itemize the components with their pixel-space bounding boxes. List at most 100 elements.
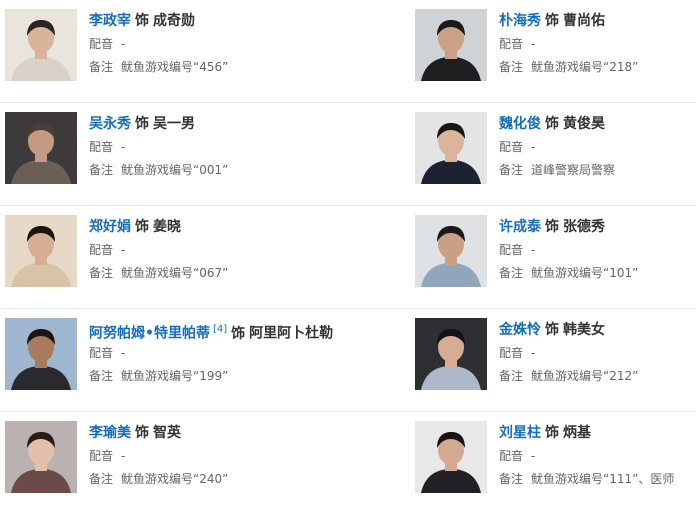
voice-value: - <box>531 346 536 360</box>
name-line: 朴海秀饰曹尚佑 <box>499 10 696 32</box>
portrait-image <box>415 215 487 287</box>
voice-value: - <box>531 37 536 51</box>
note-label: 备注 <box>499 369 524 383</box>
as-label: 饰 <box>231 325 246 342</box>
note-line: 备注 鱿鱼游戏编号“101” <box>499 262 696 284</box>
cast-row: 阿努帕姆•特里帕蒂 [4] 饰阿里阿卜杜勒 配音 - 备注 鱿鱼游戏编号“199” 金姝… <box>0 309 696 412</box>
actor-photo[interactable] <box>5 318 77 390</box>
note-label: 备注 <box>499 60 524 74</box>
actor-name-link[interactable]: 魏化俊 <box>499 116 541 132</box>
role-name: 张德秀 <box>563 219 605 235</box>
actor-name-link[interactable]: 刘星柱 <box>499 425 541 441</box>
portrait-image <box>415 318 487 390</box>
voice-value: - <box>121 140 126 154</box>
as-label: 饰 <box>135 116 149 132</box>
voice-label: 配音 <box>499 346 524 360</box>
note-value: 道峰警察局警察 <box>531 163 616 177</box>
role-name: 韩美女 <box>563 322 605 338</box>
cast-info: 魏化俊饰黄俊昊 配音 - 备注 道峰警察局警察 <box>499 113 696 181</box>
note-label: 备注 <box>89 266 114 280</box>
actor-photo[interactable] <box>5 9 77 81</box>
portrait-image <box>415 112 487 184</box>
name-line: 刘星柱饰炳基 <box>499 422 696 444</box>
reference-link[interactable]: [4] <box>213 324 227 335</box>
portrait-image <box>5 421 77 493</box>
voice-line: 配音 - <box>89 33 410 55</box>
cast-info: 李瑜美饰智英 配音 - 备注 鱿鱼游戏编号“240” <box>89 422 410 490</box>
cast-row: 李瑜美饰智英 配音 - 备注 鱿鱼游戏编号“240” 刘星柱饰炳基 配音 - 备… <box>0 412 696 515</box>
actor-photo[interactable] <box>415 112 487 184</box>
note-label: 备注 <box>89 369 114 383</box>
actor-name-link[interactable]: 阿努帕姆•特里帕蒂 <box>89 326 210 342</box>
cast-info: 吴永秀饰吴一男 配音 - 备注 鱿鱼游戏编号“001” <box>89 113 410 181</box>
note-value: 鱿鱼游戏编号“067” <box>121 266 229 280</box>
actor-name-link[interactable]: 许成泰 <box>499 219 541 235</box>
name-line: 李政宰饰成奇勋 <box>89 10 410 32</box>
note-value: 鱿鱼游戏编号“212” <box>531 369 639 383</box>
portrait-image <box>5 318 77 390</box>
voice-value: - <box>531 449 536 463</box>
actor-photo[interactable] <box>415 318 487 390</box>
voice-line: 配音 - <box>499 136 696 158</box>
actor-photo[interactable] <box>5 421 77 493</box>
voice-label: 配音 <box>89 37 114 51</box>
voice-value: - <box>121 243 126 257</box>
cast-card: 郑好娟饰姜晓 配音 - 备注 鱿鱼游戏编号“067” <box>0 206 410 308</box>
note-value: 鱿鱼游戏编号“111”、医师 <box>531 472 675 486</box>
note-line: 备注 鱿鱼游戏编号“218” <box>499 56 696 78</box>
cast-info: 郑好娟饰姜晓 配音 - 备注 鱿鱼游戏编号“067” <box>89 216 410 284</box>
voice-label: 配音 <box>499 243 524 257</box>
voice-value: - <box>121 37 126 51</box>
name-line: 魏化俊饰黄俊昊 <box>499 113 696 135</box>
note-line: 备注 道峰警察局警察 <box>499 159 696 181</box>
name-line: 许成泰饰张德秀 <box>499 216 696 238</box>
role-name: 姜晓 <box>153 219 181 235</box>
actor-name-link[interactable]: 金姝怜 <box>499 322 541 338</box>
voice-line: 配音 - <box>89 342 410 364</box>
note-label: 备注 <box>499 266 524 280</box>
portrait-image <box>5 9 77 81</box>
actor-photo[interactable] <box>5 112 77 184</box>
voice-label: 配音 <box>89 140 114 154</box>
actor-name-link[interactable]: 吴永秀 <box>89 116 131 132</box>
actor-photo[interactable] <box>415 421 487 493</box>
role-name: 黄俊昊 <box>563 116 605 132</box>
voice-label: 配音 <box>499 140 524 154</box>
cast-info: 金姝怜饰韩美女 配音 - 备注 鱿鱼游戏编号“212” <box>499 319 696 387</box>
cast-list: 李政宰饰成奇勋 配音 - 备注 鱿鱼游戏编号“456” 朴海秀饰曹尚佑 配音 -… <box>0 0 696 508</box>
note-label: 备注 <box>89 60 114 74</box>
portrait-image <box>415 421 487 493</box>
actor-photo[interactable] <box>5 215 77 287</box>
name-line: 郑好娟饰姜晓 <box>89 216 410 238</box>
voice-line: 配音 - <box>499 445 696 467</box>
actor-photo[interactable] <box>415 215 487 287</box>
actor-name-link[interactable]: 郑好娟 <box>89 219 131 235</box>
voice-label: 配音 <box>89 243 114 257</box>
voice-line: 配音 - <box>499 239 696 261</box>
actor-name-link[interactable]: 李瑜美 <box>89 425 131 441</box>
portrait-image <box>5 112 77 184</box>
voice-label: 配音 <box>499 37 524 51</box>
note-value: 鱿鱼游戏编号“240” <box>121 472 229 486</box>
note-line: 备注 鱿鱼游戏编号“111”、医师 <box>499 468 696 490</box>
note-value: 鱿鱼游戏编号“001” <box>121 163 229 177</box>
role-name: 智英 <box>153 425 181 441</box>
name-line: 阿努帕姆•特里帕蒂 [4] 饰阿里阿卜杜勒 <box>89 319 410 342</box>
note-label: 备注 <box>499 472 524 486</box>
cast-card: 许成泰饰张德秀 配音 - 备注 鱿鱼游戏编号“101” <box>410 206 696 308</box>
voice-value: - <box>531 140 536 154</box>
actor-photo[interactable] <box>415 9 487 81</box>
as-label: 饰 <box>135 219 149 235</box>
actor-name-link[interactable]: 李政宰 <box>89 13 131 29</box>
note-value: 鱿鱼游戏编号“218” <box>531 60 639 74</box>
voice-line: 配音 - <box>89 239 410 261</box>
voice-value: - <box>121 449 126 463</box>
cast-card: 金姝怜饰韩美女 配音 - 备注 鱿鱼游戏编号“212” <box>410 309 696 411</box>
voice-label: 配音 <box>499 449 524 463</box>
cast-info: 刘星柱饰炳基 配音 - 备注 鱿鱼游戏编号“111”、医师 <box>499 422 696 490</box>
note-line: 备注 鱿鱼游戏编号“001” <box>89 159 410 181</box>
actor-name-link[interactable]: 朴海秀 <box>499 13 541 29</box>
voice-label: 配音 <box>89 346 114 360</box>
cast-row: 李政宰饰成奇勋 配音 - 备注 鱿鱼游戏编号“456” 朴海秀饰曹尚佑 配音 -… <box>0 0 696 103</box>
voice-line: 配音 - <box>499 342 696 364</box>
